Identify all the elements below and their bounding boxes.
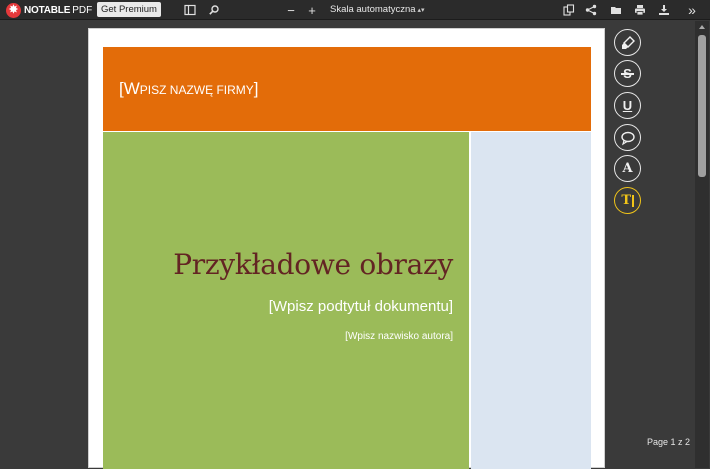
comment-bubble-icon [620,131,635,145]
highlighter-icon [621,35,635,49]
scroll-thumb[interactable] [698,35,706,177]
comment-tool[interactable] [614,124,641,151]
logo-text-light: PDF [72,4,93,16]
company-rest: PISZ NAZWĘ FIRMY [139,83,254,97]
document-author: [Wpisz nazwisko autora] [345,331,453,342]
side-panel-block [471,132,591,469]
text-tool[interactable]: T [614,187,641,214]
page-indicator: Page 1 z 2 [647,437,691,447]
pdf-page: [WPISZ NAZWĘ FIRMY] Przykładowe obrazy [… [88,28,605,469]
get-premium-button[interactable]: Get Premium [97,2,161,17]
strikethrough-tool[interactable]: S [614,60,641,87]
download-icon[interactable] [656,2,672,18]
document-title: Przykładowe obrazy [173,248,453,281]
text-caret [632,194,634,207]
company-close: ] [253,79,259,98]
zoom-out-icon[interactable]: − [283,2,299,18]
zoom-in-icon[interactable]: + [304,2,320,18]
share-icon[interactable] [583,2,599,18]
select-arrows-icon: ▴▾ [417,7,425,14]
vertical-scrollbar[interactable] [695,21,709,468]
logo-mark-icon: ✸ [6,2,21,18]
zoom-select[interactable]: Skala automatyczna ▴▾ [330,3,425,17]
sidebar-toggle-icon[interactable] [182,2,198,18]
search-icon[interactable] [206,2,222,18]
print-icon[interactable] [632,2,648,18]
top-toolbar: ✸ NOTABLE PDF Get Premium − + Skala auto… [0,0,710,20]
zoom-select-value: Skala automatyczna [330,4,416,15]
strike-line [621,73,634,75]
signature-tool[interactable]: A [614,155,641,182]
more-tools-icon[interactable]: » [684,2,700,18]
title-block: Przykładowe obrazy [Wpisz podtytuł dokum… [103,132,469,469]
copy-icon[interactable] [561,2,577,18]
pen-a-icon: A [622,161,633,176]
open-folder-icon[interactable] [608,2,624,18]
document-subtitle: [Wpisz podtytuł dokumentu] [268,298,453,315]
text-cursor-icon: T [621,193,632,208]
header-band: [WPISZ NAZWĘ FIRMY] [103,47,591,131]
underline-icon: U [622,98,633,113]
scroll-up-arrow-icon[interactable] [699,25,705,29]
underline-tool[interactable]: U [614,92,641,119]
notable-pdf-logo: ✸ NOTABLE PDF [6,2,92,18]
logo-text-bold: NOTABLE [24,4,71,16]
company-name-placeholder: [WPISZ NAZWĘ FIRMY] [119,79,259,99]
highlight-tool[interactable] [614,29,641,56]
company-first: [W [119,79,140,98]
